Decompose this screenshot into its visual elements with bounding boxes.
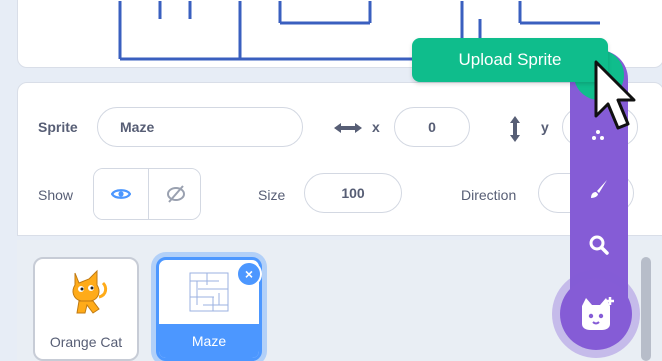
paint-brush-icon bbox=[591, 180, 607, 198]
eye-icon bbox=[110, 189, 131, 199]
paint-sprite-button[interactable] bbox=[574, 164, 624, 214]
sprite-name-value: Maze bbox=[120, 119, 155, 135]
tooltip-text: Upload Sprite bbox=[458, 50, 562, 69]
maze-thumbnail bbox=[189, 272, 229, 312]
horizontal-arrows-icon bbox=[334, 123, 362, 133]
mouse-cursor-icon bbox=[594, 60, 636, 130]
choose-sprite-button[interactable] bbox=[574, 220, 624, 270]
choose-a-sprite-button[interactable] bbox=[560, 278, 632, 350]
show-hidden-button[interactable] bbox=[148, 169, 200, 219]
sprite-label: Sprite bbox=[38, 119, 78, 135]
search-icon bbox=[589, 235, 609, 255]
cat-plus-icon bbox=[582, 297, 614, 330]
sprite-tile-name: Orange Cat bbox=[49, 334, 123, 350]
upload-sprite-tooltip: Upload Sprite bbox=[412, 38, 608, 82]
eye-slash-icon bbox=[166, 185, 185, 203]
direction-label: Direction bbox=[461, 187, 517, 203]
x-label: x bbox=[372, 119, 380, 135]
show-visible-button[interactable] bbox=[94, 169, 147, 219]
sprite-list-scrollbar[interactable] bbox=[641, 257, 651, 361]
vertical-arrows-icon bbox=[510, 116, 520, 142]
y-label: y bbox=[541, 119, 549, 135]
sprite-tile-name: Maze bbox=[159, 324, 259, 358]
orange-cat-thumbnail bbox=[72, 269, 108, 314]
delete-sprite-button[interactable]: × bbox=[236, 261, 262, 287]
show-toggle bbox=[93, 168, 201, 220]
sprite-tile-orange-cat[interactable]: Orange Cat bbox=[33, 257, 139, 361]
x-value: 0 bbox=[428, 119, 436, 135]
x-input[interactable]: 0 bbox=[394, 107, 470, 147]
close-icon: × bbox=[244, 266, 254, 282]
size-value: 100 bbox=[341, 185, 365, 201]
show-label: Show bbox=[38, 187, 74, 203]
size-label: Size bbox=[258, 187, 286, 203]
sprite-name-input[interactable]: Maze bbox=[97, 107, 303, 147]
size-input[interactable]: 100 bbox=[304, 173, 402, 213]
